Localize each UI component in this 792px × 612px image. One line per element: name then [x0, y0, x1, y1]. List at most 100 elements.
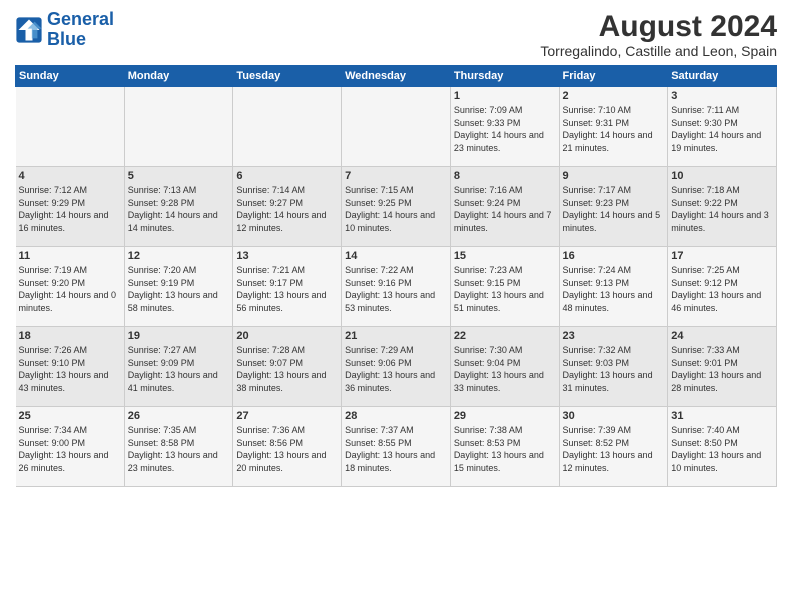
week-row-4: 18 Sunrise: 7:26 AMSunset: 9:10 PMDaylig…	[16, 327, 777, 407]
day-number: 23	[563, 330, 665, 342]
calendar-cell: 18 Sunrise: 7:26 AMSunset: 9:10 PMDaylig…	[16, 327, 125, 407]
calendar-cell: 20 Sunrise: 7:28 AMSunset: 9:07 PMDaylig…	[233, 327, 342, 407]
day-number: 1	[454, 90, 556, 102]
calendar-cell	[124, 87, 233, 167]
day-info: Sunrise: 7:11 AMSunset: 9:30 PMDaylight:…	[671, 104, 773, 154]
general-blue-icon	[15, 16, 43, 44]
day-number: 9	[563, 170, 665, 182]
calendar-cell: 3 Sunrise: 7:11 AMSunset: 9:30 PMDayligh…	[668, 87, 777, 167]
calendar-cell: 2 Sunrise: 7:10 AMSunset: 9:31 PMDayligh…	[559, 87, 668, 167]
calendar-cell: 19 Sunrise: 7:27 AMSunset: 9:09 PMDaylig…	[124, 327, 233, 407]
day-number: 8	[454, 170, 556, 182]
day-info: Sunrise: 7:18 AMSunset: 9:22 PMDaylight:…	[671, 184, 773, 234]
calendar-cell: 27 Sunrise: 7:36 AMSunset: 8:56 PMDaylig…	[233, 407, 342, 487]
day-number: 27	[236, 410, 338, 422]
day-info: Sunrise: 7:28 AMSunset: 9:07 PMDaylight:…	[236, 344, 338, 394]
logo-blue: Blue	[47, 29, 86, 49]
day-number: 4	[19, 170, 121, 182]
day-info: Sunrise: 7:10 AMSunset: 9:31 PMDaylight:…	[563, 104, 665, 154]
day-info: Sunrise: 7:20 AMSunset: 9:19 PMDaylight:…	[128, 264, 230, 314]
calendar-cell: 28 Sunrise: 7:37 AMSunset: 8:55 PMDaylig…	[342, 407, 451, 487]
day-number: 11	[19, 250, 121, 262]
logo: General Blue	[15, 10, 114, 50]
calendar-cell: 17 Sunrise: 7:25 AMSunset: 9:12 PMDaylig…	[668, 247, 777, 327]
day-info: Sunrise: 7:32 AMSunset: 9:03 PMDaylight:…	[563, 344, 665, 394]
day-number: 17	[671, 250, 773, 262]
weekday-header-saturday: Saturday	[668, 66, 777, 87]
calendar-cell: 21 Sunrise: 7:29 AMSunset: 9:06 PMDaylig…	[342, 327, 451, 407]
calendar-cell: 16 Sunrise: 7:24 AMSunset: 9:13 PMDaylig…	[559, 247, 668, 327]
weekday-header-friday: Friday	[559, 66, 668, 87]
day-number: 7	[345, 170, 447, 182]
calendar-cell	[16, 87, 125, 167]
calendar-cell: 9 Sunrise: 7:17 AMSunset: 9:23 PMDayligh…	[559, 167, 668, 247]
day-info: Sunrise: 7:13 AMSunset: 9:28 PMDaylight:…	[128, 184, 230, 234]
header: General Blue August 2024 Torregalindo, C…	[15, 10, 777, 59]
day-number: 2	[563, 90, 665, 102]
day-info: Sunrise: 7:35 AMSunset: 8:58 PMDaylight:…	[128, 424, 230, 474]
header-row: SundayMondayTuesdayWednesdayThursdayFrid…	[16, 66, 777, 87]
day-info: Sunrise: 7:38 AMSunset: 8:53 PMDaylight:…	[454, 424, 556, 474]
subtitle: Torregalindo, Castille and Leon, Spain	[540, 43, 777, 59]
day-info: Sunrise: 7:14 AMSunset: 9:27 PMDaylight:…	[236, 184, 338, 234]
calendar-cell: 14 Sunrise: 7:22 AMSunset: 9:16 PMDaylig…	[342, 247, 451, 327]
calendar-cell	[342, 87, 451, 167]
day-number: 21	[345, 330, 447, 342]
weekday-header-monday: Monday	[124, 66, 233, 87]
day-number: 18	[19, 330, 121, 342]
calendar-cell	[233, 87, 342, 167]
day-info: Sunrise: 7:36 AMSunset: 8:56 PMDaylight:…	[236, 424, 338, 474]
day-number: 20	[236, 330, 338, 342]
week-row-3: 11 Sunrise: 7:19 AMSunset: 9:20 PMDaylig…	[16, 247, 777, 327]
day-number: 10	[671, 170, 773, 182]
calendar-cell: 5 Sunrise: 7:13 AMSunset: 9:28 PMDayligh…	[124, 167, 233, 247]
week-row-5: 25 Sunrise: 7:34 AMSunset: 9:00 PMDaylig…	[16, 407, 777, 487]
calendar-cell: 4 Sunrise: 7:12 AMSunset: 9:29 PMDayligh…	[16, 167, 125, 247]
calendar-cell: 23 Sunrise: 7:32 AMSunset: 9:03 PMDaylig…	[559, 327, 668, 407]
day-number: 25	[19, 410, 121, 422]
day-info: Sunrise: 7:21 AMSunset: 9:17 PMDaylight:…	[236, 264, 338, 314]
calendar-cell: 15 Sunrise: 7:23 AMSunset: 9:15 PMDaylig…	[450, 247, 559, 327]
week-row-1: 1 Sunrise: 7:09 AMSunset: 9:33 PMDayligh…	[16, 87, 777, 167]
day-number: 31	[671, 410, 773, 422]
day-info: Sunrise: 7:19 AMSunset: 9:20 PMDaylight:…	[19, 264, 121, 314]
calendar-cell: 6 Sunrise: 7:14 AMSunset: 9:27 PMDayligh…	[233, 167, 342, 247]
title-block: August 2024 Torregalindo, Castille and L…	[540, 10, 777, 59]
day-number: 26	[128, 410, 230, 422]
logo-text: General Blue	[47, 10, 114, 50]
day-number: 13	[236, 250, 338, 262]
calendar-cell: 31 Sunrise: 7:40 AMSunset: 8:50 PMDaylig…	[668, 407, 777, 487]
day-number: 28	[345, 410, 447, 422]
day-number: 24	[671, 330, 773, 342]
day-info: Sunrise: 7:30 AMSunset: 9:04 PMDaylight:…	[454, 344, 556, 394]
day-info: Sunrise: 7:22 AMSunset: 9:16 PMDaylight:…	[345, 264, 447, 314]
day-info: Sunrise: 7:09 AMSunset: 9:33 PMDaylight:…	[454, 104, 556, 154]
day-info: Sunrise: 7:29 AMSunset: 9:06 PMDaylight:…	[345, 344, 447, 394]
calendar-cell: 11 Sunrise: 7:19 AMSunset: 9:20 PMDaylig…	[16, 247, 125, 327]
weekday-header-thursday: Thursday	[450, 66, 559, 87]
day-number: 16	[563, 250, 665, 262]
day-number: 15	[454, 250, 556, 262]
calendar-cell: 7 Sunrise: 7:15 AMSunset: 9:25 PMDayligh…	[342, 167, 451, 247]
day-info: Sunrise: 7:15 AMSunset: 9:25 PMDaylight:…	[345, 184, 447, 234]
day-info: Sunrise: 7:34 AMSunset: 9:00 PMDaylight:…	[19, 424, 121, 474]
day-info: Sunrise: 7:17 AMSunset: 9:23 PMDaylight:…	[563, 184, 665, 234]
day-number: 5	[128, 170, 230, 182]
calendar-cell: 1 Sunrise: 7:09 AMSunset: 9:33 PMDayligh…	[450, 87, 559, 167]
day-number: 14	[345, 250, 447, 262]
calendar-cell: 12 Sunrise: 7:20 AMSunset: 9:19 PMDaylig…	[124, 247, 233, 327]
day-info: Sunrise: 7:33 AMSunset: 9:01 PMDaylight:…	[671, 344, 773, 394]
calendar-cell: 29 Sunrise: 7:38 AMSunset: 8:53 PMDaylig…	[450, 407, 559, 487]
weekday-header-wednesday: Wednesday	[342, 66, 451, 87]
logo-general: General	[47, 9, 114, 29]
main-title: August 2024	[540, 10, 777, 43]
weekday-header-tuesday: Tuesday	[233, 66, 342, 87]
calendar-cell: 13 Sunrise: 7:21 AMSunset: 9:17 PMDaylig…	[233, 247, 342, 327]
calendar-cell: 30 Sunrise: 7:39 AMSunset: 8:52 PMDaylig…	[559, 407, 668, 487]
weekday-header-sunday: Sunday	[16, 66, 125, 87]
page: General Blue August 2024 Torregalindo, C…	[0, 0, 792, 612]
day-info: Sunrise: 7:27 AMSunset: 9:09 PMDaylight:…	[128, 344, 230, 394]
day-info: Sunrise: 7:40 AMSunset: 8:50 PMDaylight:…	[671, 424, 773, 474]
day-info: Sunrise: 7:26 AMSunset: 9:10 PMDaylight:…	[19, 344, 121, 394]
day-info: Sunrise: 7:37 AMSunset: 8:55 PMDaylight:…	[345, 424, 447, 474]
